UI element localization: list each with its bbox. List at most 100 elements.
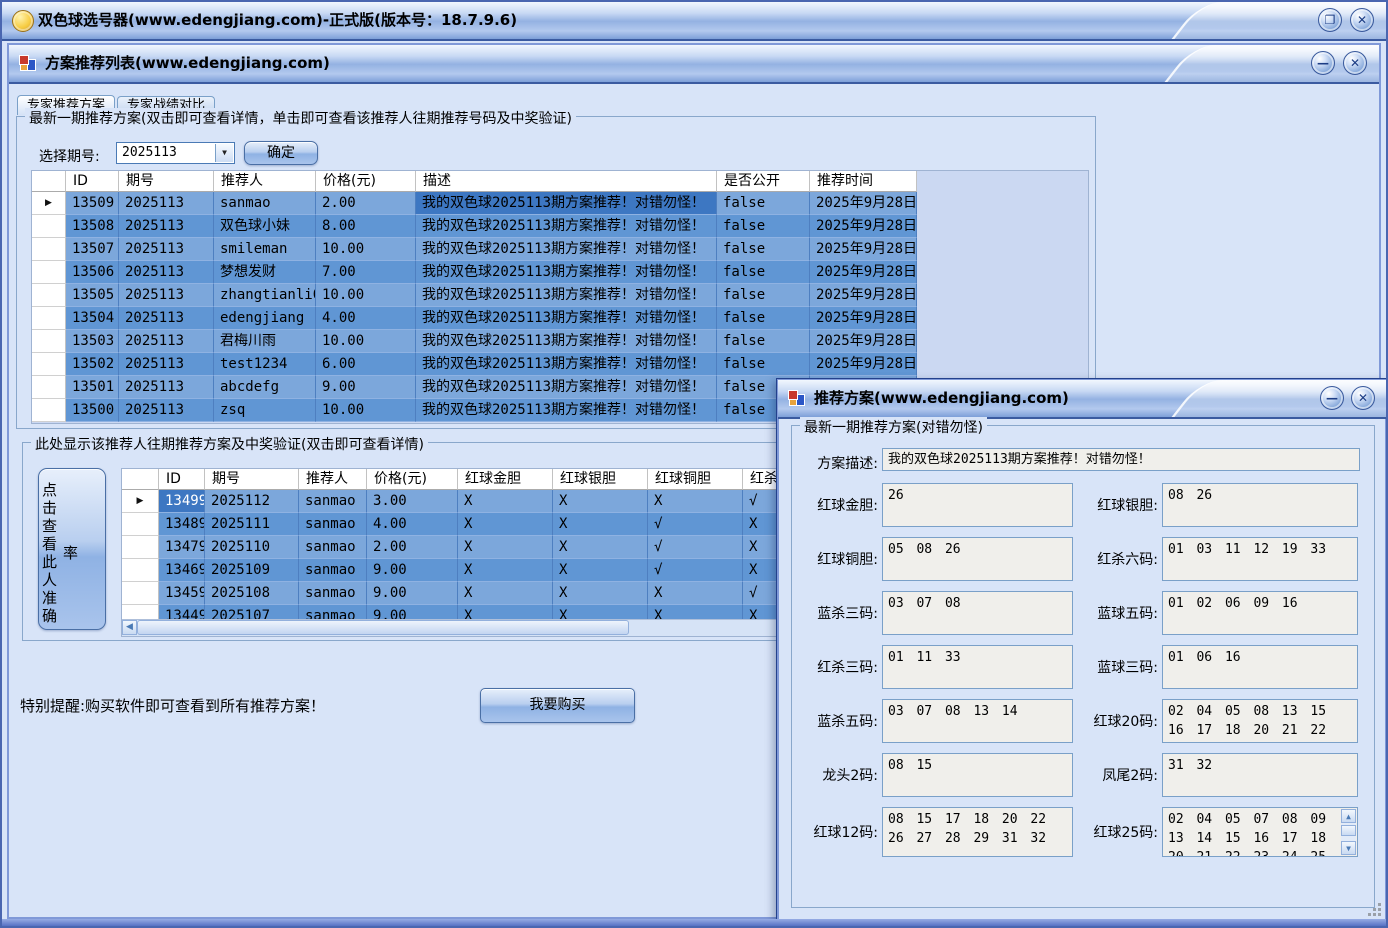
close-button[interactable]: ✕ (1343, 51, 1367, 75)
grid-cell[interactable]: X (458, 513, 553, 536)
row-header[interactable] (122, 582, 159, 605)
grid-cell[interactable]: 13469 (159, 559, 205, 582)
grid-cell[interactable]: 2025111 (205, 513, 299, 536)
field-value-box[interactable]: 08 15 17 18 20 22 26 27 28 29 31 32 (882, 807, 1073, 857)
minimize-button[interactable]: — (1320, 386, 1344, 410)
grid-cell[interactable]: 2025年9月28日 (810, 192, 917, 215)
grid-cell[interactable]: false (717, 307, 810, 330)
scrollbar-thumb[interactable] (1341, 825, 1356, 836)
grid-cell[interactable]: 我的双色球2025113期方案推荐！对错勿怪！ (416, 330, 717, 353)
grid-cell[interactable]: 梦想发财 (214, 261, 316, 284)
row-header[interactable] (122, 536, 159, 559)
close-button[interactable]: ✕ (1350, 8, 1374, 32)
field-value-box[interactable]: 02 04 05 07 08 09 13 14 15 16 17 18 20 2… (1162, 807, 1358, 857)
grid-cell[interactable]: 2025113 (119, 330, 214, 353)
table-row[interactable]: 135082025113双色球小妹8.00我的双色球2025113期方案推荐！对… (32, 215, 1088, 238)
grid-cell[interactable]: X (458, 582, 553, 605)
confirm-button[interactable]: 确定 (244, 141, 318, 165)
period-combobox[interactable]: 2025113 ▼ (116, 142, 235, 164)
field-value-box[interactable]: 01 03 11 12 19 33 (1162, 537, 1358, 581)
row-header[interactable] (32, 353, 66, 376)
grid-cell[interactable]: edengjiang (214, 307, 316, 330)
field-value-box[interactable]: 05 08 26 (882, 537, 1073, 581)
grid-cell[interactable]: 我的双色球2025113期方案推荐！对错勿怪！ (416, 307, 717, 330)
grid-cell[interactable]: 9.00 (367, 582, 458, 605)
grid-cell[interactable]: sanmao (299, 582, 367, 605)
column-header[interactable]: 红球铜胆 (648, 469, 743, 490)
grid-cell[interactable]: √ (648, 536, 743, 559)
grid-cell[interactable]: false (717, 353, 810, 376)
row-header[interactable]: ▶ (32, 192, 66, 215)
grid-cell[interactable]: 2025109 (205, 559, 299, 582)
column-header[interactable]: 期号 (119, 171, 214, 192)
column-header[interactable]: 价格(元) (367, 469, 458, 490)
grid-cell[interactable]: 8.00 (316, 215, 416, 238)
row-header-corner[interactable] (32, 171, 66, 192)
grid-cell[interactable]: 双色球小妹 (214, 215, 316, 238)
grid-cell[interactable]: 君梅川雨 (214, 330, 316, 353)
grid-cell[interactable]: 13489 (159, 513, 205, 536)
table-row[interactable]: 135072025113smileman10.00我的双色球2025113期方案… (32, 238, 1088, 261)
grid-cell[interactable]: 2025113 (119, 307, 214, 330)
grid-cell[interactable]: 6.00 (316, 353, 416, 376)
grid-cell[interactable]: 2025年9月28日 (810, 284, 917, 307)
field-value-box[interactable]: 26 (882, 483, 1073, 527)
column-header[interactable]: 描述 (416, 171, 717, 192)
grid-cell[interactable]: 13499 (159, 490, 205, 513)
row-header-corner[interactable] (122, 469, 159, 490)
desc-value-box[interactable]: 我的双色球2025113期方案推荐！对错勿怪！ (882, 448, 1360, 471)
field-value-box[interactable]: 03 07 08 13 14 (882, 699, 1073, 743)
close-button[interactable]: ✕ (1351, 386, 1375, 410)
grid-cell[interactable]: 我的双色球2025113期方案推荐！对错勿怪！ (416, 399, 717, 422)
grid-cell[interactable]: 10.00 (316, 238, 416, 261)
grid-cell[interactable]: 7.00 (316, 261, 416, 284)
field-value-box[interactable]: 01 06 16 (1162, 645, 1358, 689)
grid-cell[interactable]: test1234 (214, 353, 316, 376)
grid-cell[interactable]: √ (648, 559, 743, 582)
scrollbar-thumb[interactable] (137, 620, 629, 635)
grid-cell[interactable]: X (648, 490, 743, 513)
grid-cell[interactable]: 2025年9月28日 (810, 261, 917, 284)
grid-cell[interactable]: 我的双色球2025113期方案推荐！对错勿怪！ (416, 353, 717, 376)
grid-cell[interactable]: 13507 (66, 238, 119, 261)
grid-cell[interactable]: 9.00 (316, 376, 416, 399)
grid-cell[interactable]: X (553, 536, 648, 559)
grid-cell[interactable]: X (553, 490, 648, 513)
grid-cell[interactable]: X (553, 513, 648, 536)
table-row[interactable]: ▶135092025113sanmao2.00我的双色球2025113期方案推荐… (32, 192, 1088, 215)
grid-cell[interactable]: 我的双色球2025113期方案推荐！对错勿怪！ (416, 376, 717, 399)
grid-cell[interactable]: 13503 (66, 330, 119, 353)
grid-cell[interactable]: 13504 (66, 307, 119, 330)
vertical-scrollbar[interactable]: ▲▼ (1341, 809, 1356, 855)
grid-cell[interactable]: false (717, 238, 810, 261)
grid-cell[interactable]: 10.00 (316, 399, 416, 422)
grid-cell[interactable]: √ (648, 513, 743, 536)
field-value-box[interactable]: 02 04 05 08 13 15 16 17 18 20 21 22 25 2… (1162, 699, 1358, 743)
row-header[interactable] (32, 261, 66, 284)
grid-cell[interactable]: sanmao (299, 536, 367, 559)
column-header[interactable]: 期号 (205, 469, 299, 490)
row-header[interactable] (32, 399, 66, 422)
field-value-box[interactable]: 03 07 08 (882, 591, 1073, 635)
minimize-button[interactable]: — (1311, 51, 1335, 75)
grid-cell[interactable]: 13505 (66, 284, 119, 307)
grid-cell[interactable]: 13506 (66, 261, 119, 284)
grid-cell[interactable]: 我的双色球2025113期方案推荐！对错勿怪！ (416, 238, 717, 261)
grid-cell[interactable]: X (458, 559, 553, 582)
window-bottom-edge[interactable] (2, 919, 1386, 926)
grid-cell[interactable]: abcdefg (214, 376, 316, 399)
grid-cell[interactable]: 2025年9月28日 (810, 330, 917, 353)
column-header[interactable]: ID (159, 469, 205, 490)
column-header[interactable]: 推荐人 (214, 171, 316, 192)
view-accuracy-button[interactable]: 点击查看此人准确率 (38, 468, 106, 630)
table-row[interactable]: 135062025113梦想发财7.00我的双色球2025113期方案推荐！对错… (32, 261, 1088, 284)
grid-cell[interactable]: false (717, 192, 810, 215)
resize-grip[interactable] (1368, 903, 1381, 916)
row-header[interactable] (32, 284, 66, 307)
grid-cell[interactable]: 2025108 (205, 582, 299, 605)
grid-cell[interactable]: 2025113 (119, 261, 214, 284)
grid-cell[interactable]: 2025113 (119, 353, 214, 376)
grid-cell[interactable]: 10.00 (316, 284, 416, 307)
grid-cell[interactable]: X (458, 490, 553, 513)
column-header[interactable]: 是否公开 (717, 171, 810, 192)
